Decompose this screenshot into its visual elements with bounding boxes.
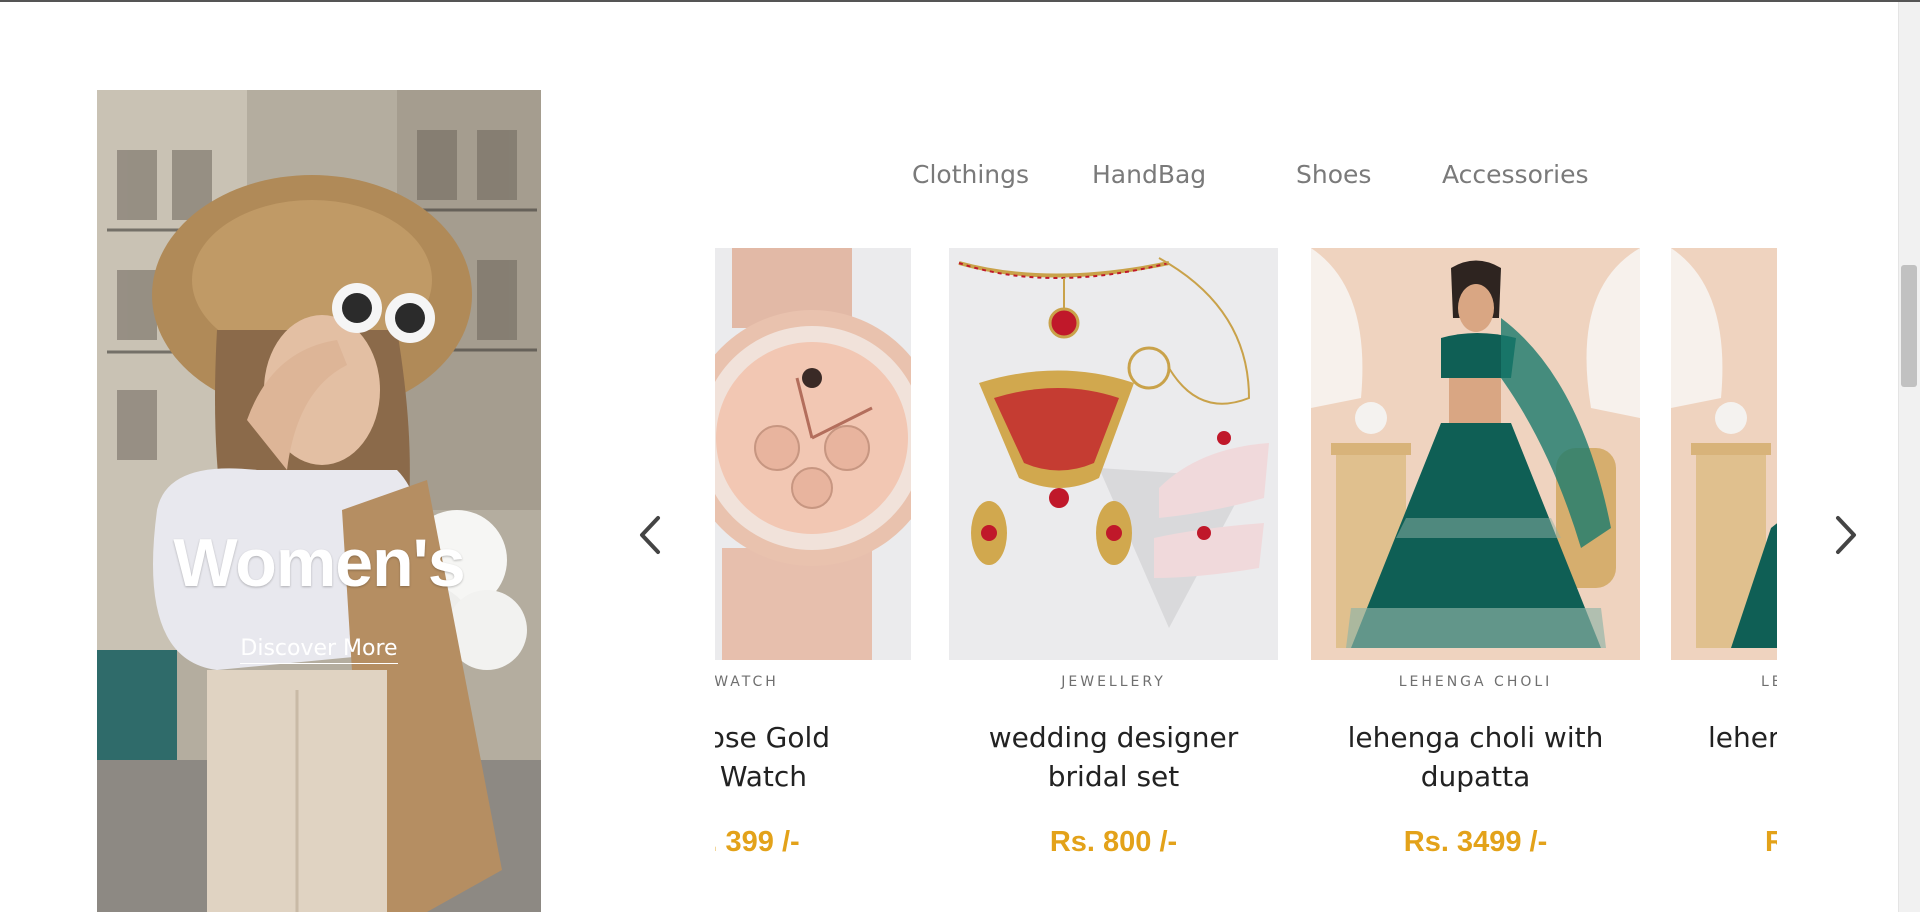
chevron-right-icon [1836,516,1856,554]
product-name[interactable]: wedding designer bridal set [949,718,1278,796]
product-name[interactable]: g Rose Gold al Watch [715,718,911,796]
discover-more-link[interactable]: Discover More [240,636,398,664]
product-carousel: WATCH g Rose Gold al Watch s. 399 /- [715,248,1777,912]
carousel-next-button[interactable] [1826,510,1866,560]
product-image [949,248,1278,660]
product-image [1671,248,1777,660]
product-card[interactable]: WATCH g Rose Gold al Watch s. 399 /- [715,248,911,912]
product-card[interactable]: JEWELLERY wedding designer bridal set Rs… [949,248,1278,912]
womens-banner[interactable]: Women's Discover More [97,90,541,912]
page-scrollbar[interactable] [1898,2,1920,912]
product-category: LEHENGA CHOLI [1398,674,1553,690]
chevron-left-icon [640,516,660,554]
product-price: s. 399 /- [715,826,800,858]
womens-banner-photo [97,90,541,912]
discover-more-wrapper: Discover More [97,636,541,664]
product-card[interactable]: LEHENGA CHOLI lehenga choli with dupatta… [1311,248,1640,912]
product-price: Rs. 800 /- [1049,826,1178,858]
scrollbar-thumb[interactable] [1901,265,1917,387]
product-category: JEWELLERY [1061,674,1166,690]
tab-clothings[interactable]: Clothings [912,160,1029,189]
carousel-prev-button[interactable] [630,510,670,560]
tab-shoes[interactable]: Shoes [1296,160,1371,189]
product-name[interactable]: leher [1671,718,1777,757]
product-price: Rs. 3499 /- [1403,826,1548,858]
window-top-border [0,0,1920,2]
product-card[interactable]: LE leher R [1671,248,1777,912]
tab-handbag[interactable]: HandBag [1092,160,1206,189]
product-category: WATCH [715,674,779,690]
hero-title: Women's [173,525,465,601]
product-name[interactable]: lehenga choli with dupatta [1311,718,1640,796]
product-price: R [1765,826,1777,858]
product-image [1311,248,1640,660]
product-image [715,248,911,660]
product-category: LE [1761,674,1777,690]
tab-accessories[interactable]: Accessories [1442,160,1589,189]
